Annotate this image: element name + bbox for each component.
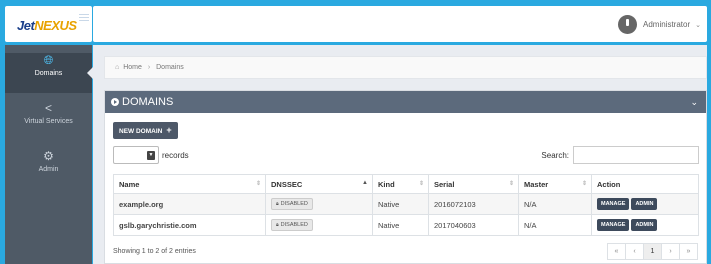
panel-title: DOMAINS [122, 96, 174, 108]
domains-panel: DOMAINS ⌄ NEW DOMAIN + ▼ records Search: … [104, 90, 707, 264]
sidebar-item-label: Domains [34, 70, 63, 77]
jetnexus-logo[interactable]: JetNEXUS [17, 18, 77, 33]
column-header-dnssec[interactable]: DNSSEC ▲ [265, 174, 373, 194]
cell-dnssec: 🔒︎ DISABLED [265, 214, 373, 236]
cell-action: MANAGE ADMIN [591, 214, 699, 236]
records-control: ▼ records [113, 146, 189, 164]
column-label: Name [119, 179, 140, 189]
records-per-page-select[interactable]: ▼ [113, 146, 159, 164]
manage-button[interactable]: MANAGE [597, 219, 630, 231]
manage-button[interactable]: MANAGE [597, 198, 630, 210]
sidebar: 🌐︎ Domains < Virtual Services ⚙ Admin [5, 45, 93, 264]
entries-info: Showing 1 to 2 of 2 entries [113, 248, 196, 255]
domains-table: Name ⇕ DNSSEC ▲ Kind ⇕ Serial ⇕ Master ⇕ Acti… [113, 174, 699, 236]
sidebar-item-label: Virtual Services [24, 118, 73, 125]
dnssec-label: DISABLED [280, 201, 308, 207]
records-label: records [162, 150, 189, 160]
column-label: Master [524, 179, 549, 189]
globe-icon: 🌐︎ [43, 53, 54, 67]
admin-button[interactable]: ADMIN [631, 219, 658, 231]
cell-action: MANAGE ADMIN [591, 193, 699, 215]
sort-icon: ⇕ [508, 181, 514, 187]
last-page-button[interactable]: » [679, 243, 698, 260]
cell-kind: Native [372, 214, 429, 236]
play-circle-icon [111, 98, 119, 106]
gear-icon: ⚙ [43, 149, 54, 163]
prev-page-button[interactable]: ‹ [625, 243, 644, 260]
sidebar-item-admin[interactable]: ⚙ Admin [5, 149, 92, 189]
page-1-button[interactable]: 1 [643, 243, 662, 260]
share-icon: < [44, 101, 52, 115]
breadcrumb-home[interactable]: Home [123, 64, 142, 71]
plus-icon: + [166, 125, 172, 135]
chevron-down-icon: ⌄ [695, 21, 701, 29]
sort-icon: ⇕ [418, 181, 424, 187]
dropdown-arrow-icon: ▼ [147, 151, 155, 160]
sidebar-item-virtual-services[interactable]: < Virtual Services [5, 101, 92, 141]
cell-name: gslb.garychristie.com [113, 214, 266, 236]
dnssec-label: DISABLED [280, 222, 308, 228]
column-header-serial[interactable]: Serial ⇕ [428, 174, 519, 194]
user-menu[interactable]: Administrator ⌄ [618, 15, 701, 34]
sort-icon: ⇕ [581, 181, 587, 187]
cell-serial: 2016072103 [428, 193, 519, 215]
logo-area: JetNEXUS [5, 6, 92, 42]
cell-dnssec: 🔒︎ DISABLED [265, 193, 373, 215]
breadcrumb: ⌂ Home › Domains [104, 56, 707, 79]
logo-text-jet: Jet [17, 18, 35, 33]
hamburger-menu-icon[interactable] [79, 14, 89, 23]
admin-button[interactable]: ADMIN [631, 198, 658, 210]
new-domain-label: NEW DOMAIN [119, 128, 163, 135]
sidebar-item-domains[interactable]: 🌐︎ Domains [5, 53, 93, 93]
table-header-row: Name ⇕ DNSSEC ▲ Kind ⇕ Serial ⇕ Master ⇕ Acti… [113, 174, 699, 194]
column-label: DNSSEC [271, 179, 303, 189]
pagination: « ‹ 1 › » [607, 243, 698, 260]
dnssec-badge[interactable]: 🔒︎ DISABLED [271, 219, 313, 231]
lock-icon: 🔒︎ [276, 222, 279, 228]
cell-master: N/A [518, 193, 592, 215]
main-content: ⌂ Home › Domains DOMAINS ⌄ NEW DOMAIN + ▼… [93, 45, 707, 264]
cell-kind: Native [372, 193, 429, 215]
user-name: Administrator [643, 20, 691, 29]
column-header-action: Action [591, 174, 699, 194]
search-label: Search: [541, 150, 569, 160]
breadcrumb-current: Domains [156, 64, 184, 71]
cell-name: example.org [113, 193, 266, 215]
cell-master: N/A [518, 214, 592, 236]
top-header: JetNEXUS Administrator ⌄ [0, 0, 711, 44]
next-page-button[interactable]: › [661, 243, 680, 260]
sidebar-item-label: Admin [38, 166, 59, 173]
collapse-icon[interactable]: ⌄ [690, 97, 698, 108]
search-input[interactable] [573, 146, 699, 164]
column-header-kind[interactable]: Kind ⇕ [372, 174, 429, 194]
header-bar: Administrator ⌄ [93, 6, 707, 42]
dnssec-badge[interactable]: 🔒︎ DISABLED [271, 198, 313, 210]
sort-asc-icon: ▲ [362, 180, 368, 186]
logo-text-nexus: NEXUS [34, 18, 77, 33]
home-icon: ⌂ [115, 64, 120, 71]
column-header-master[interactable]: Master ⇕ [518, 174, 592, 194]
sort-icon: ⇕ [255, 181, 261, 187]
column-label: Kind [378, 179, 395, 189]
new-domain-button[interactable]: NEW DOMAIN + [113, 122, 178, 139]
search-control: Search: [541, 146, 699, 164]
avatar-icon [618, 15, 637, 34]
cell-serial: 2017040603 [428, 214, 519, 236]
first-page-button[interactable]: « [607, 243, 626, 260]
panel-header: DOMAINS ⌄ [105, 91, 706, 113]
table-row: gslb.garychristie.com 🔒︎ DISABLED Native … [113, 214, 699, 236]
column-label: Action [597, 179, 621, 189]
column-label: Serial [434, 179, 455, 189]
lock-icon: 🔒︎ [276, 201, 279, 207]
table-row: example.org 🔒︎ DISABLED Native 2016072103… [113, 193, 699, 215]
breadcrumb-separator-icon: › [147, 64, 151, 71]
column-header-name[interactable]: Name ⇕ [113, 174, 266, 194]
